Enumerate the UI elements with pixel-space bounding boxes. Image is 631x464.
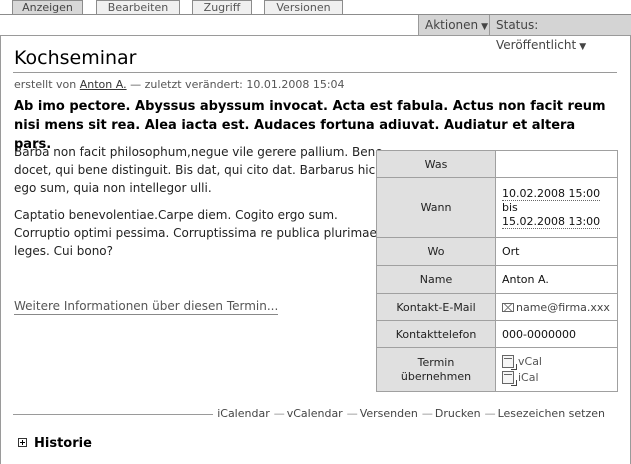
ical-icon (502, 370, 517, 386)
was-value (495, 150, 618, 178)
table-row: Wo Ort (376, 237, 618, 266)
name-value: Anton A. (495, 265, 618, 294)
start-date: 10.02.2008 15:00 (502, 186, 601, 201)
body-paragraph: Captatio benevolentiae.Carpe diem. Cogit… (14, 208, 377, 258)
termin-links: vCal iCal (495, 347, 618, 392)
vcal-icon (502, 354, 517, 370)
page-title: Kochseminar (14, 47, 137, 69)
more-info-link[interactable]: Weitere Informationen über diesen Termin… (14, 298, 279, 315)
vcal-link[interactable]: vCal (518, 355, 542, 368)
table-row: Name Anton A. (376, 265, 618, 294)
wo-value: Ort (495, 237, 618, 266)
phone-label: Kontakttelefon (376, 320, 496, 348)
table-row: Was (376, 150, 618, 178)
vcalendar-link[interactable]: vCalendar (287, 407, 343, 420)
email-label: Kontakt-E-Mail (376, 293, 496, 321)
document-actions-links: iCalendar — vCalendar — Versenden — Drucken — Le… (213, 405, 619, 423)
byline: erstellt von Anton A. — zuletzt veränder… (14, 78, 345, 91)
termin-label: Termin übernehmen (376, 347, 496, 392)
table-row: Kontakt-E-Mail name@firma.xxx (376, 293, 618, 321)
table-row: Kontakttelefon 000-0000000 (376, 320, 618, 348)
bookmark-link[interactable]: Lesezeichen setzen (498, 407, 605, 420)
wann-value: 10.02.2008 15:00 bis 15.02.2008 13:00 (495, 177, 618, 238)
ical-link[interactable]: iCal (518, 371, 539, 384)
table-row: Wann 10.02.2008 15:00 bis 15.02.2008 13:… (376, 177, 618, 238)
end-date: 15.02.2008 13:00 (502, 214, 601, 229)
byline-prefix: erstellt von (14, 78, 77, 91)
expand-plus-icon (18, 438, 27, 447)
phone-value: 000-0000000 (495, 320, 618, 348)
chevron-down-icon: ▼ (481, 22, 489, 32)
status-menu[interactable]: Status: Veröffentlicht ▼ (489, 15, 631, 52)
tab-bearbeiten[interactable]: Bearbeiten (96, 0, 180, 15)
icalendar-link[interactable]: iCalendar (217, 407, 270, 420)
was-label: Was (376, 150, 496, 178)
action-bar: Aktionen ▼ Status: Veröffentlicht ▼ (0, 15, 631, 52)
history-toggle[interactable]: Historie (18, 436, 92, 451)
author-link[interactable]: Anton A. (80, 78, 127, 91)
email-link[interactable]: name@firma.xxx (516, 301, 610, 314)
tab-anzeigen[interactable]: Anzeigen (12, 0, 83, 15)
title-divider (13, 72, 617, 73)
history-label: Historie (34, 436, 92, 451)
name-label: Name (376, 265, 496, 294)
send-link[interactable]: Versenden (360, 407, 418, 420)
tab-versionen[interactable]: Versionen (264, 0, 343, 15)
bis-label: bis (502, 200, 518, 214)
actions-menu-label: Aktionen (425, 18, 479, 32)
wann-label: Wann (376, 177, 496, 238)
print-link[interactable]: Drucken (435, 407, 481, 420)
view-tabs: Anzeigen Bearbeiten Zugriff Versionen (0, 0, 631, 15)
actions-menu[interactable]: Aktionen ▼ (418, 15, 489, 35)
email-cell: name@firma.xxx (495, 293, 618, 321)
document-actions: iCalendar — vCalendar — Versenden — Drucken — Le… (13, 405, 619, 423)
body-paragraph: Barba non facit philosophum,negue vile g… (14, 145, 383, 195)
tab-zugriff[interactable]: Zugriff (192, 0, 252, 15)
mail-icon (502, 302, 514, 312)
wo-label: Wo (376, 237, 496, 266)
byline-modified: — zuletzt verändert: 10.01.2008 15:04 (130, 78, 345, 91)
table-row: Termin übernehmen vCal iCal (376, 347, 618, 392)
event-details-table: Was Wann 10.02.2008 15:00 bis 15.02.2008… (376, 150, 618, 392)
